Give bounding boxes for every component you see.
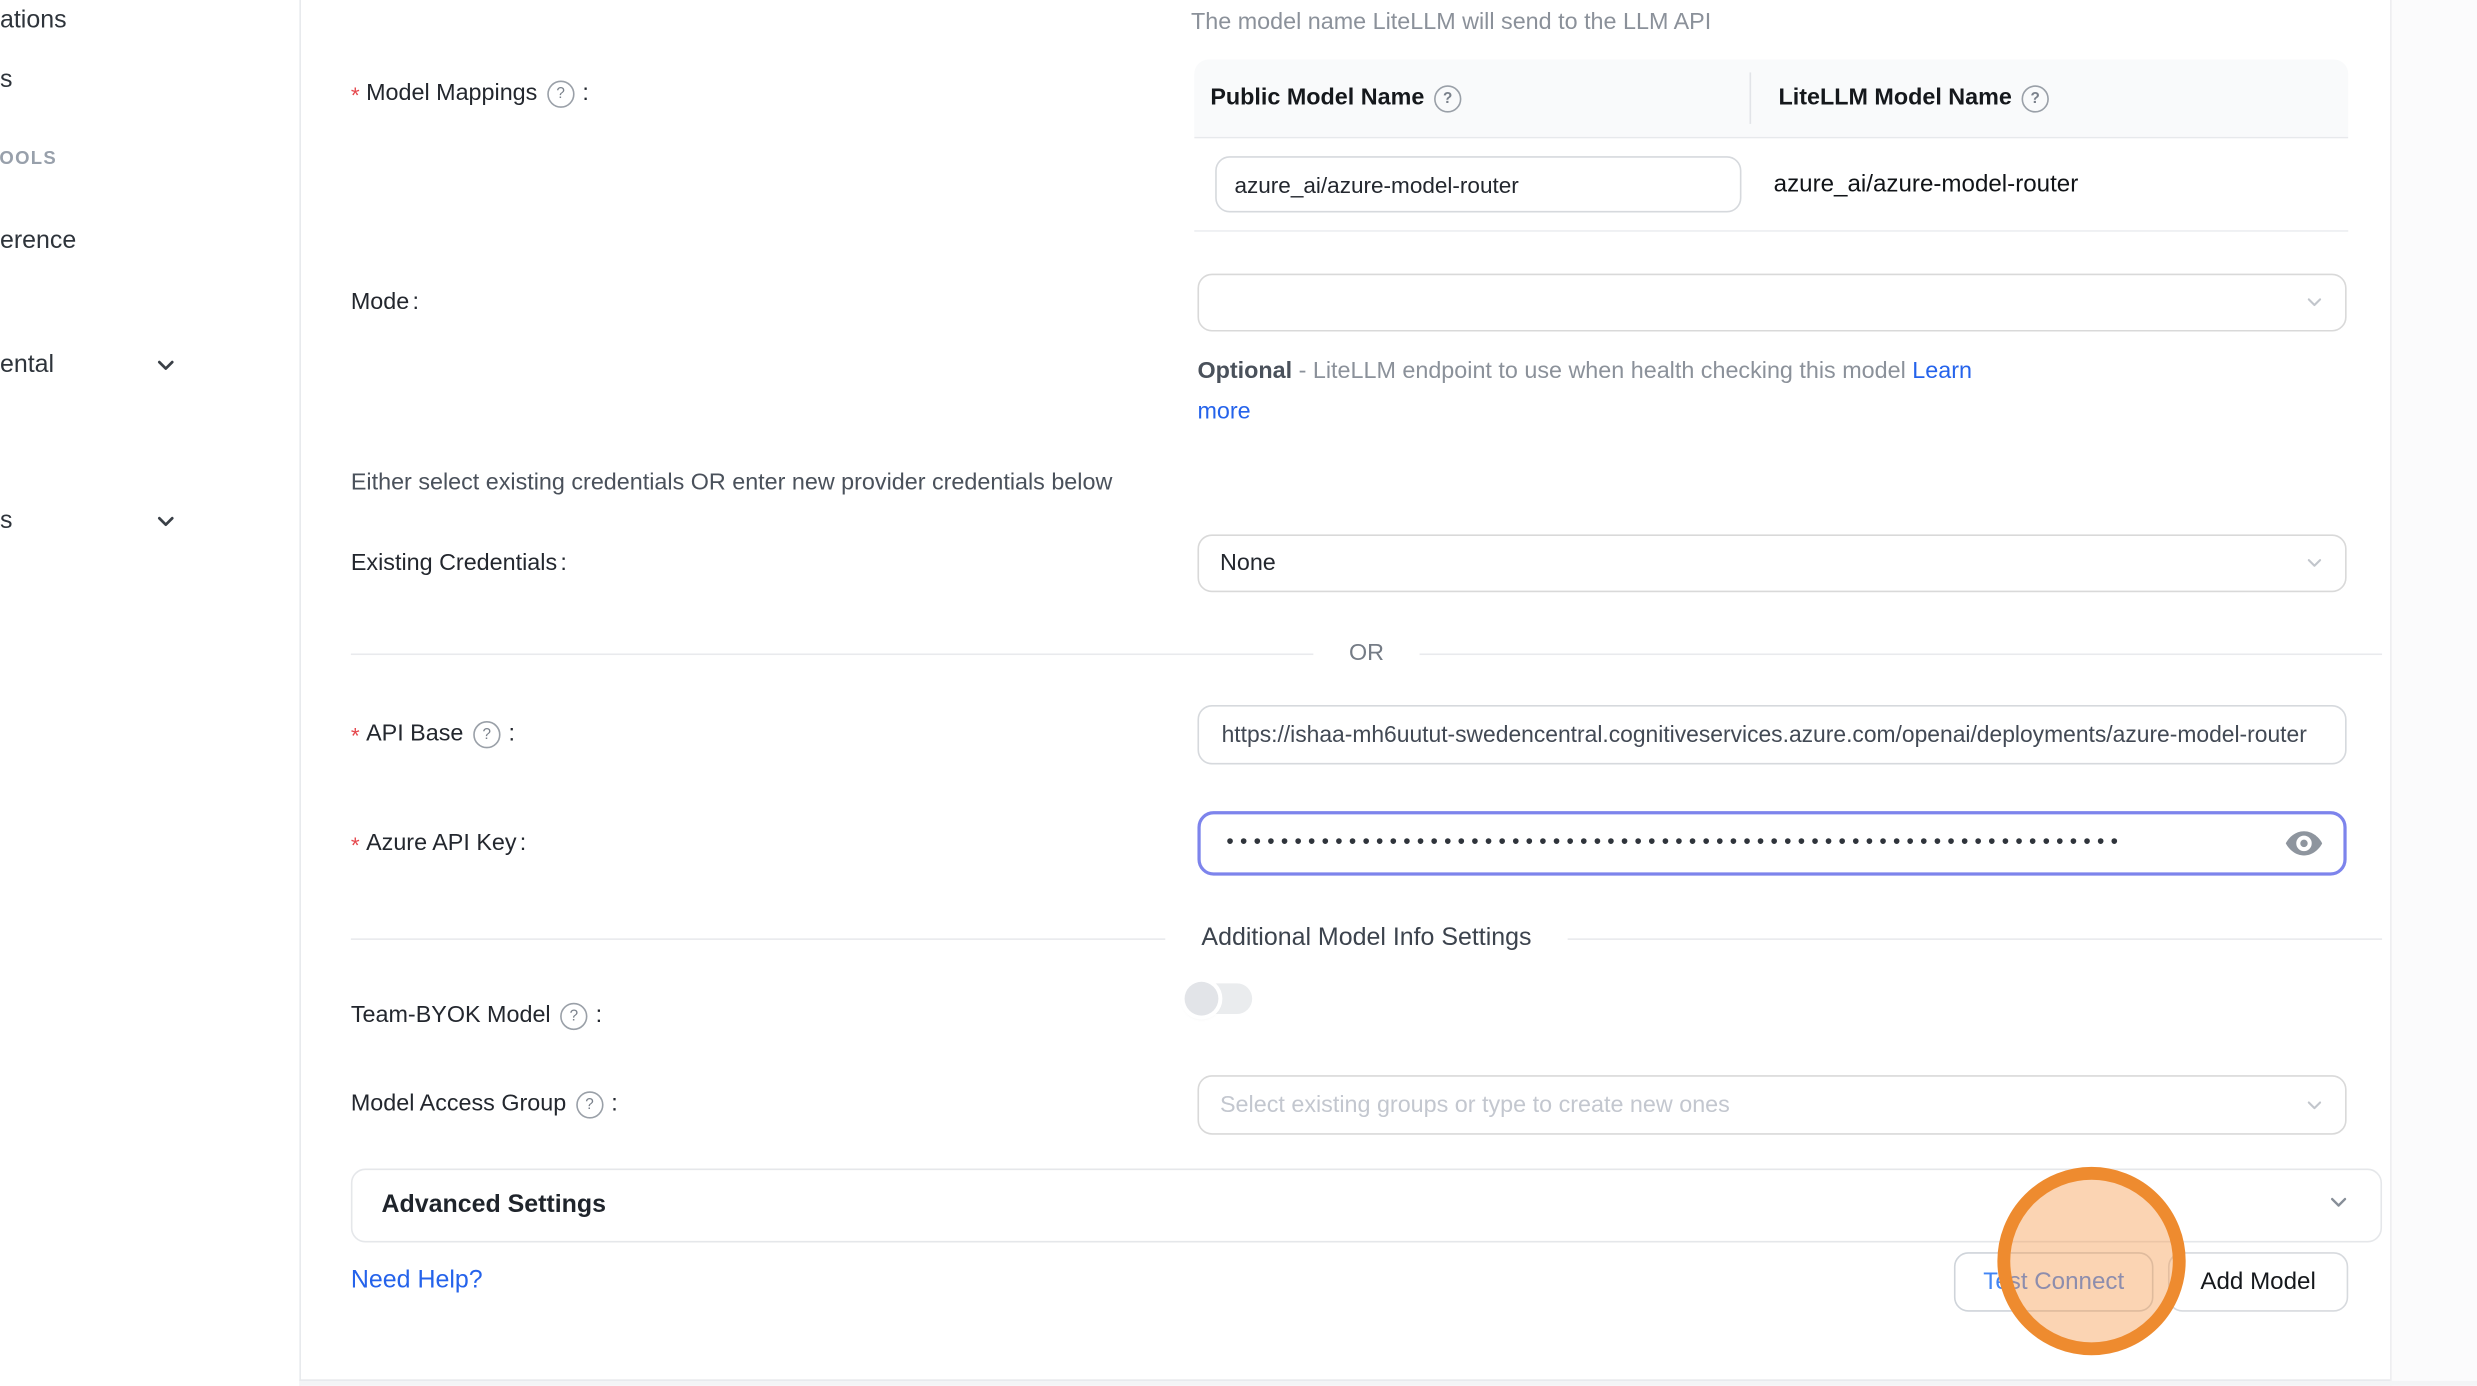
or-divider-text: OR	[1314, 641, 1420, 667]
azure-api-key-label: * Azure API Key :	[351, 827, 526, 859]
sidebar-item-organizations[interactable]: ations	[0, 3, 299, 38]
sidebar-section-tools: TOOLS	[0, 150, 286, 169]
chevron-down-icon	[2305, 554, 2324, 580]
page-background-strip	[2390, 0, 2477, 1386]
mode-select[interactable]	[1197, 274, 2346, 332]
sidebar-item-experimental[interactable]: ental	[0, 348, 299, 383]
sidebar-item[interactable]: s	[0, 63, 299, 98]
team-byok-label: Team-BYOK Model ? :	[351, 999, 602, 1031]
sidebar-item-label: s	[0, 66, 12, 95]
sidebar-item-label: ations	[0, 6, 67, 35]
chevron-down-icon	[2327, 1190, 2350, 1221]
optional-prefix: Optional	[1197, 359, 1292, 385]
sidebar-item-inference[interactable]: erence	[0, 224, 299, 259]
sidebar-item-label: erence	[0, 227, 76, 256]
team-byok-toggle[interactable]	[1188, 983, 1252, 1014]
api-base-label: * API Base ? :	[351, 718, 515, 750]
toggle-knob	[1185, 982, 1219, 1016]
add-model-page: ations s TOOLS erence ental s The model …	[0, 0, 2477, 1386]
model-mappings-header-row: Public Model Name ? LiteLLM Model Name ?	[1194, 60, 2348, 139]
help-circle-icon[interactable]: ?	[560, 1002, 587, 1029]
required-asterisk: *	[351, 832, 360, 858]
additional-info-divider-text: Additional Model Info Settings	[1166, 924, 1567, 953]
credentials-note: Either select existing credentials OR en…	[351, 470, 1112, 496]
help-circle-icon[interactable]: ?	[547, 80, 574, 107]
sidebar-item-settings[interactable]: s	[0, 504, 299, 539]
model-name-helper-text: The model name LiteLLM will send to the …	[1191, 10, 1711, 36]
required-asterisk: *	[351, 82, 360, 108]
help-circle-icon[interactable]: ?	[473, 720, 500, 747]
test-connect-button[interactable]: Test Connect	[1954, 1252, 2154, 1312]
model-access-group-select[interactable]: Select existing groups or type to create…	[1197, 1075, 2346, 1135]
help-circle-icon[interactable]: ?	[1434, 84, 1461, 111]
page-background-bottom	[299, 1381, 2477, 1386]
mode-help-text: Optional - LiteLLM endpoint to use when …	[1197, 352, 2018, 432]
litellm-model-name-value: azure_ai/azure-model-router	[1774, 171, 2079, 198]
need-help-link[interactable]: Need Help?	[351, 1267, 483, 1296]
existing-credentials-value: None	[1220, 550, 1276, 576]
public-model-name-input[interactable]	[1215, 156, 1741, 212]
model-mappings-label: * Model Mappings ? :	[351, 77, 589, 109]
chevron-down-icon	[2305, 1095, 2324, 1121]
additional-info-divider: Additional Model Info Settings	[351, 922, 2382, 954]
model-mappings-table: Public Model Name ? LiteLLM Model Name ?…	[1194, 60, 2348, 232]
chevron-down-icon	[155, 354, 178, 385]
mode-label: Mode :	[351, 286, 419, 318]
chevron-down-icon	[155, 510, 178, 541]
chevron-down-icon	[2305, 293, 2324, 319]
model-access-group-label: Model Access Group ? :	[351, 1088, 618, 1120]
model-access-group-placeholder: Select existing groups or type to create…	[1220, 1092, 1730, 1118]
sidebar-item-label: ental	[0, 351, 54, 380]
model-mappings-row: azure_ai/azure-model-router	[1194, 138, 2348, 231]
add-model-button[interactable]: Add Model	[2168, 1252, 2348, 1312]
advanced-settings-title: Advanced Settings	[381, 1191, 606, 1220]
required-asterisk: *	[351, 723, 360, 749]
or-divider: OR	[351, 637, 2382, 669]
advanced-settings-panel[interactable]: Advanced Settings	[351, 1168, 2382, 1242]
sidebar: ations s TOOLS erence ental s	[0, 0, 301, 1386]
api-base-input[interactable]	[1197, 705, 2346, 765]
help-circle-icon[interactable]: ?	[2022, 84, 2049, 111]
public-model-name-header: Public Model Name ?	[1194, 84, 1749, 111]
masked-key-value: ••••••••••••••••••••••••••••••••••••••••…	[1226, 828, 2124, 852]
sidebar-item-label: s	[0, 507, 12, 536]
eye-icon[interactable]	[2284, 829, 2324, 866]
litellm-model-name-header: LiteLLM Model Name ?	[1751, 84, 2054, 111]
existing-credentials-label: Existing Credentials :	[351, 547, 567, 579]
existing-credentials-select[interactable]: None	[1197, 534, 2346, 592]
help-circle-icon[interactable]: ?	[576, 1090, 603, 1117]
azure-api-key-input[interactable]: ••••••••••••••••••••••••••••••••••••••••…	[1197, 811, 2346, 875]
